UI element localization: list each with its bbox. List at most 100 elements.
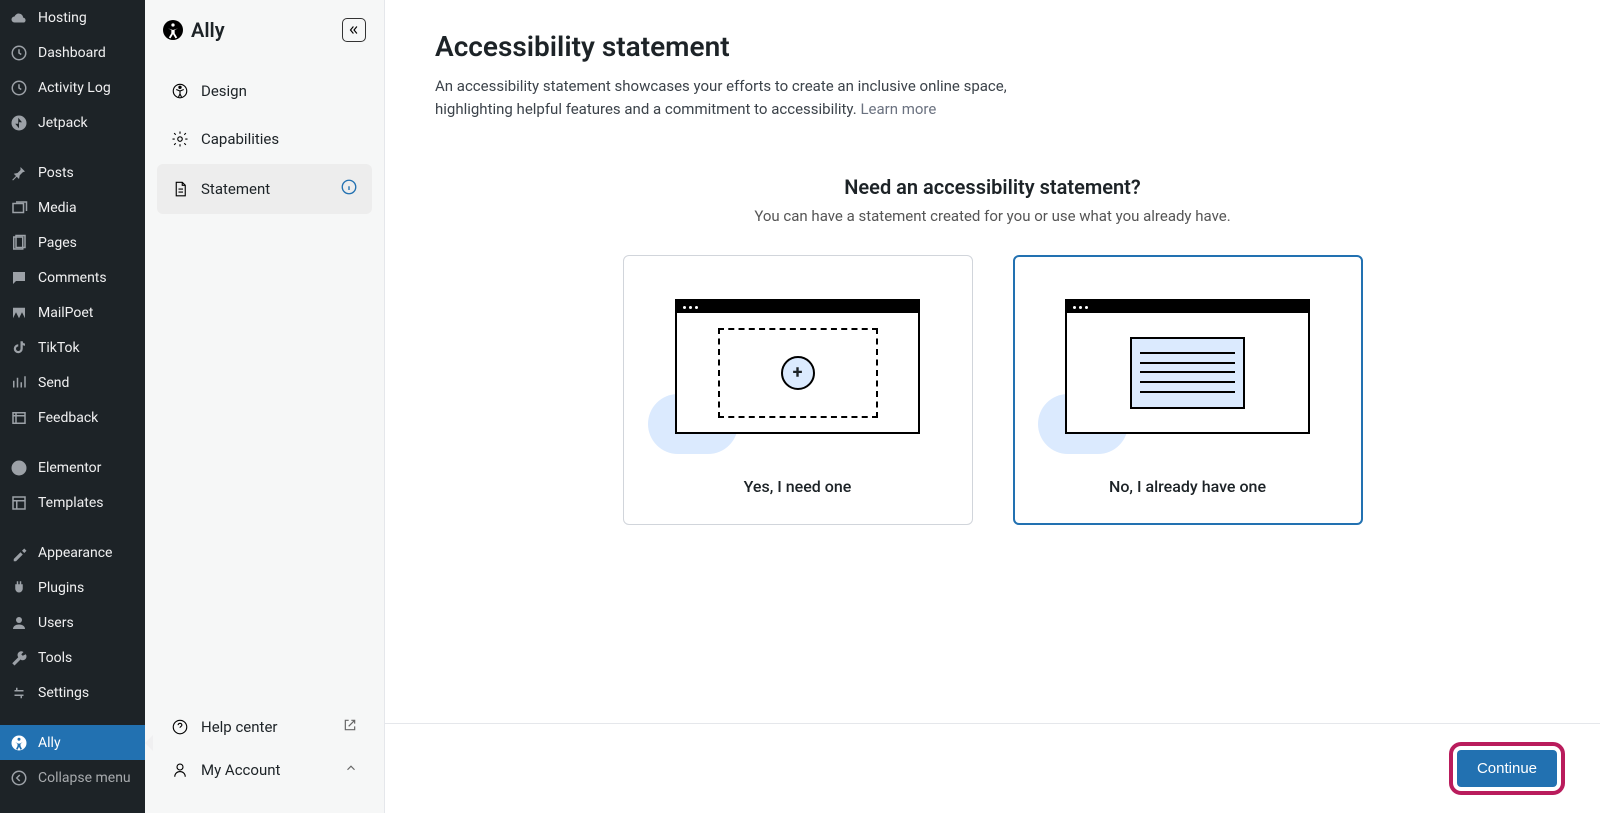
send-icon: [10, 374, 28, 392]
prompt-subtitle: You can have a statement created for you…: [435, 207, 1550, 225]
sidebar-item-label: Tools: [38, 650, 72, 666]
sidebar-item-label: Hosting: [38, 10, 87, 26]
sidebar-item-posts[interactable]: Posts: [0, 155, 145, 190]
ally-logo-icon: [163, 20, 183, 40]
learn-more-link[interactable]: Learn more: [860, 100, 936, 118]
jetpack-icon: [10, 114, 28, 132]
sidebar-item-tools[interactable]: Tools: [0, 640, 145, 675]
sidebar-item-send[interactable]: Send: [0, 365, 145, 400]
sidebar-item-jetpack[interactable]: Jetpack: [0, 105, 145, 140]
tiktok-icon: [10, 339, 28, 357]
sidebar-item-media[interactable]: Media: [0, 190, 145, 225]
sidebar-item-label: Appearance: [38, 545, 112, 561]
collapse-icon: [10, 769, 28, 787]
my-account-label: My Account: [201, 761, 280, 779]
pages-icon: [10, 234, 28, 252]
option-need-one[interactable]: + Yes, I need one: [623, 255, 973, 525]
users-icon: [10, 614, 28, 632]
prompt-title: Need an accessibility statement?: [435, 175, 1550, 199]
sidebar-item-label: Elementor: [38, 460, 101, 476]
tools-icon: [10, 649, 28, 667]
sidebar-item-templates[interactable]: Templates: [0, 485, 145, 520]
sidebar-item-tiktok[interactable]: TikTok: [0, 330, 145, 365]
option-have-one[interactable]: No, I already have one: [1013, 255, 1363, 525]
illustration-create: +: [658, 284, 938, 449]
ally-nav-statement[interactable]: Statement: [157, 164, 372, 214]
my-account-link[interactable]: My Account: [157, 749, 372, 791]
sidebar-item-pages[interactable]: Pages: [0, 225, 145, 260]
sidebar-collapse-menu[interactable]: Collapse menu: [0, 760, 145, 795]
sidebar-item-hosting[interactable]: Hosting: [0, 0, 145, 35]
document-icon: [171, 180, 189, 198]
collapse-panel-button[interactable]: [342, 18, 366, 42]
illustration-existing: [1048, 284, 1328, 449]
sidebar-item-label: Users: [38, 615, 74, 631]
chevron-up-icon: [344, 761, 358, 779]
sidebar-item-mailpoet[interactable]: MailPoet: [0, 295, 145, 330]
elementor-icon: [10, 459, 28, 477]
sidebar-item-appearance[interactable]: Appearance: [0, 535, 145, 570]
continue-highlight: Continue: [1449, 742, 1565, 795]
sidebar-item-label: MailPoet: [38, 305, 93, 321]
sidebar-item-elementor[interactable]: Elementor: [0, 450, 145, 485]
sidebar-item-label: Media: [38, 200, 77, 216]
page-title: Accessibility statement: [435, 30, 1550, 63]
footer-bar: Continue: [385, 723, 1600, 813]
ally-nav-label: Statement: [201, 180, 270, 198]
sidebar-item-label: Dashboard: [38, 45, 106, 61]
templates-icon: [10, 494, 28, 512]
external-link-icon: [342, 717, 358, 737]
sidebar-item-dashboard[interactable]: Dashboard: [0, 35, 145, 70]
sidebar-item-label: Feedback: [38, 410, 98, 426]
appearance-icon: [10, 544, 28, 562]
sidebar-item-label: Comments: [38, 270, 107, 286]
cloud-icon: [10, 9, 28, 27]
sidebar-item-label: Plugins: [38, 580, 84, 596]
clock-icon: [10, 79, 28, 97]
sidebar-item-label: Send: [38, 375, 69, 391]
ally-nav-label: Capabilities: [201, 130, 279, 148]
sidebar-item-label: Templates: [38, 495, 104, 511]
dashboard-icon: [10, 44, 28, 62]
help-center-link[interactable]: Help center: [157, 705, 372, 749]
sidebar-item-label: Ally: [38, 735, 61, 751]
sidebar-item-label: TikTok: [38, 340, 80, 356]
settings-icon: [10, 684, 28, 702]
media-icon: [10, 199, 28, 217]
wp-admin-sidebar: Hosting Dashboard Activity Log Jetpack P…: [0, 0, 145, 813]
ally-sub-panel: Ally Design Capabilities Statement: [145, 0, 385, 813]
ally-nav-capabilities[interactable]: Capabilities: [157, 116, 372, 162]
sidebar-item-label: Collapse menu: [38, 770, 131, 786]
user-icon: [171, 761, 189, 779]
sidebar-item-plugins[interactable]: Plugins: [0, 570, 145, 605]
sidebar-item-activity-log[interactable]: Activity Log: [0, 70, 145, 105]
continue-button[interactable]: Continue: [1457, 750, 1557, 787]
sidebar-item-feedback[interactable]: Feedback: [0, 400, 145, 435]
ally-panel-title: Ally: [191, 18, 225, 42]
sidebar-item-settings[interactable]: Settings: [0, 675, 145, 710]
info-icon: [340, 178, 358, 200]
sidebar-item-label: Pages: [38, 235, 77, 251]
pin-icon: [10, 164, 28, 182]
sidebar-item-label: Jetpack: [38, 115, 88, 131]
sidebar-item-comments[interactable]: Comments: [0, 260, 145, 295]
help-icon: [171, 718, 189, 736]
mailpoet-icon: [10, 304, 28, 322]
page-description: An accessibility statement showcases you…: [435, 75, 1075, 120]
ally-nav-design[interactable]: Design: [157, 68, 372, 114]
sidebar-item-ally[interactable]: Ally: [0, 725, 145, 760]
ally-icon: [10, 734, 28, 752]
feedback-icon: [10, 409, 28, 427]
plugins-icon: [10, 579, 28, 597]
option-label: No, I already have one: [1109, 477, 1266, 496]
sidebar-item-label: Activity Log: [38, 80, 111, 96]
option-label: Yes, I need one: [744, 477, 852, 496]
sidebar-item-label: Settings: [38, 685, 89, 701]
accessibility-icon: [171, 82, 189, 100]
ally-nav-label: Design: [201, 82, 247, 100]
main-content: Accessibility statement An accessibility…: [385, 0, 1600, 813]
sidebar-item-label: Posts: [38, 165, 74, 181]
gear-icon: [171, 130, 189, 148]
help-center-label: Help center: [201, 718, 277, 736]
sidebar-item-users[interactable]: Users: [0, 605, 145, 640]
